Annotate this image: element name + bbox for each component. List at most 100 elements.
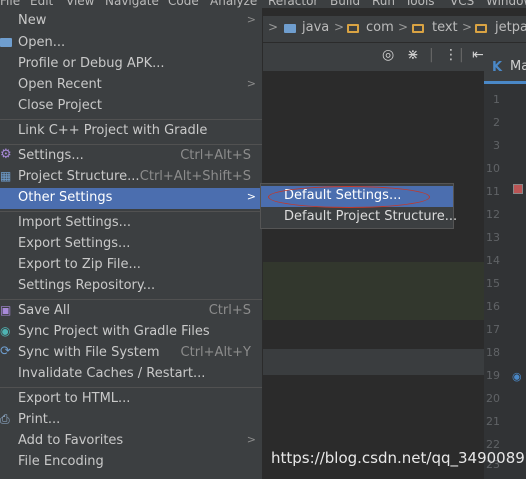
line-number: 13 [486,231,500,244]
menu-item-shortcut: Ctrl+Alt+Shift+S [139,169,251,184]
breadcrumb-jetpac[interactable]: jetpac [495,20,526,35]
menubar-build[interactable]: Build [330,0,360,8]
gear-icon: ⚙ [0,147,12,162]
menu-item-label: Sync Project with Gradle Files [18,324,210,339]
chevron-right-icon: > [268,20,279,34]
chevron-right-icon: > [246,190,256,203]
menubar-file[interactable]: File [0,0,20,8]
menu-item-link-cpp[interactable]: Link C++ Project with Gradle [0,121,262,142]
menu-item-invalidate-caches[interactable]: Invalidate Caches / Restart... [0,364,262,385]
breadcrumb-java[interactable]: java [302,20,329,35]
menu-item-label: Export to HTML... [18,391,131,406]
menubar-tools[interactable]: Tools [405,0,435,8]
line-number: 12 [486,208,500,221]
chevron-right-icon: > [246,77,256,90]
menu-separator [0,211,262,212]
menu-item-label: Export to Zip File... [18,257,141,272]
menu-item-label: Project Structure... [18,169,140,184]
menu-item-new[interactable]: New > [0,11,262,32]
menu-item-settings-repository[interactable]: Settings Repository... [0,276,262,297]
menubar-window[interactable]: Window [486,0,526,8]
menu-item-close-project[interactable]: Close Project [0,96,262,117]
menu-item-label: Print... [18,412,61,427]
menu-item-open[interactable]: Open... [0,33,262,54]
menu-item-label: Settings... [18,148,84,163]
menu-item-file-encoding[interactable]: File Encoding [0,452,262,473]
line-number: 19 [486,369,500,382]
line-number: 10 [486,162,500,175]
target-icon[interactable]: ◎ [382,47,394,63]
menu-item-label: Profile or Debug APK... [18,56,165,71]
line-number: 15 [486,277,500,290]
collapse-icon[interactable]: ⋇ [407,47,419,63]
line-number: 11 [486,185,500,198]
package-icon [347,24,359,33]
menu-item-label: Open... [18,35,66,50]
package-icon [475,24,487,33]
save-icon: ▣ [0,303,12,317]
editor-tab-label: Ma [510,59,526,74]
breadcrumb-text[interactable]: text [432,20,458,35]
menu-item-sync-file-system[interactable]: ⟳ Sync with File System Ctrl+Alt+Y [0,343,262,364]
menu-separator [0,299,262,300]
menu-item-project-structure[interactable]: ▦ Project Structure... Ctrl+Alt+Shift+S [0,167,262,188]
menu-item-shortcut: Ctrl+Alt+Y [180,345,251,360]
menubar-refactor[interactable]: Refactor [268,0,318,8]
menu-item-sync-gradle[interactable]: ◉ Sync Project with Gradle Files [0,322,262,343]
menu-item-label: Add to Favorites [18,433,124,448]
chevron-right-icon: > [462,20,473,34]
menubar-view[interactable]: View [66,0,94,8]
menu-item-label: Invalidate Caches / Restart... [18,366,206,381]
menu-item-label: Save All [18,303,71,318]
menu-item-export-zip[interactable]: Export to Zip File... [0,255,262,276]
chevron-right-icon: > [334,20,345,34]
submenu-item-label: Default Project Structure... [284,209,458,224]
menu-item-shortcut: Ctrl+S [208,303,251,318]
menu-separator [0,387,262,388]
print-icon: ⎙ [0,412,10,426]
menu-item-export-settings[interactable]: Export Settings... [0,234,262,255]
menu-item-label: Settings Repository... [18,278,156,293]
menubar-code[interactable]: Code [168,0,199,8]
chevron-right-icon: > [246,13,256,26]
watermark: https://blog.csdn.net/qq_34900897 [271,449,526,467]
more-options-icon[interactable]: ⋮ [444,47,458,63]
chevron-right-icon: > [246,433,256,446]
line-number: 14 [486,254,500,267]
line-number-gutter: 1 2 3 10 11 12 13 14 15 16 17 18 19 20 2… [484,84,526,479]
menu-item-profile-debug-apk[interactable]: Profile or Debug APK... [0,54,262,75]
line-number: 20 [486,392,500,405]
menubar-edit[interactable]: Edit [30,0,53,8]
menu-item-label: Sync with File System [18,345,160,360]
menu-item-import-settings[interactable]: Import Settings... [0,213,262,234]
menu-item-save-all[interactable]: ▣ Save All Ctrl+S [0,301,262,322]
menu-item-open-recent[interactable]: Open Recent > [0,75,262,96]
menubar-vcs[interactable]: VCS [450,0,474,8]
menubar-navigate[interactable]: Navigate [105,0,159,8]
kotlin-file-icon: K [492,60,503,75]
menu-item-label: Export Settings... [18,236,131,251]
menu-item-print[interactable]: ⎙ Print... [0,410,262,431]
breadcrumb-com[interactable]: com [366,20,394,35]
menu-item-export-html[interactable]: Export to HTML... [0,389,262,410]
menu-item-other-settings[interactable]: Other Settings > [0,188,262,209]
menubar-analyze[interactable]: Analyze [210,0,257,8]
editor-tab[interactable]: K Ma [484,55,526,84]
menu-item-label: Open Recent [18,77,102,92]
class-marker-icon[interactable] [513,184,523,194]
line-number: 17 [486,323,500,336]
line-number: 21 [486,415,500,428]
line-number: 2 [493,116,500,129]
override-marker-icon[interactable]: ◉ [512,370,522,383]
chevron-right-icon: > [398,20,409,34]
menu-separator [0,119,262,120]
submenu-item-default-project-structure[interactable]: Default Project Structure... [261,207,457,228]
menu-item-settings[interactable]: ⚙ Settings... Ctrl+Alt+S [0,146,262,167]
editor-highlight-band [262,262,484,320]
menu-item-label: New [18,13,47,28]
menu-separator [0,144,262,145]
menu-item-shortcut: Ctrl+Alt+S [180,148,251,163]
menubar-run[interactable]: Run [372,0,395,8]
hide-panel-icon[interactable]: ⇤ [472,47,484,63]
menu-item-add-favorites[interactable]: Add to Favorites > [0,431,262,452]
